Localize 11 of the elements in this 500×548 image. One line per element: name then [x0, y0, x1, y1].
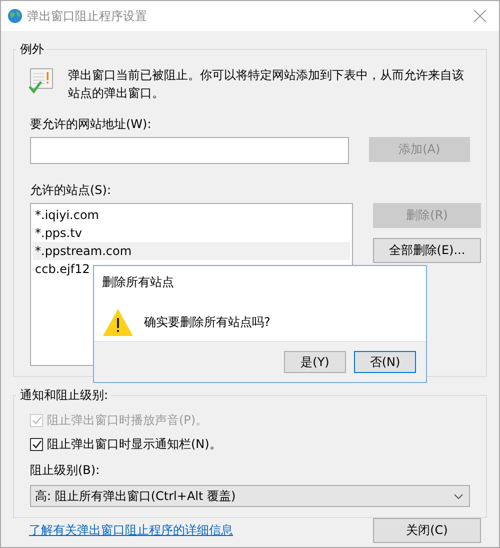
group-legend: 通知和阻止级别: [16, 387, 112, 404]
group-legend: 例外 [16, 41, 47, 58]
sites-label: 允许的站点(S): [30, 182, 112, 199]
description-text: 弹出窗口当前已被阻止。你可以将特定网站添加到下表中，从而允许来自该站点的弹出窗口。 [68, 67, 466, 102]
dialog-title: 删除所有站点 [101, 274, 175, 291]
checkbox-label: 阻止弹出窗口时播放声音(P)。 [47, 412, 208, 428]
checkbox-label: 阻止弹出窗口时显示通知栏(N)。 [47, 436, 222, 452]
window-title: 弹出窗口阻止程序设置 [27, 8, 148, 24]
dialog-message: 确实要删除所有站点吗? [144, 314, 270, 331]
level-label: 阻止级别(B): [30, 462, 101, 479]
address-label: 要允许的网站地址(W): [30, 116, 152, 133]
